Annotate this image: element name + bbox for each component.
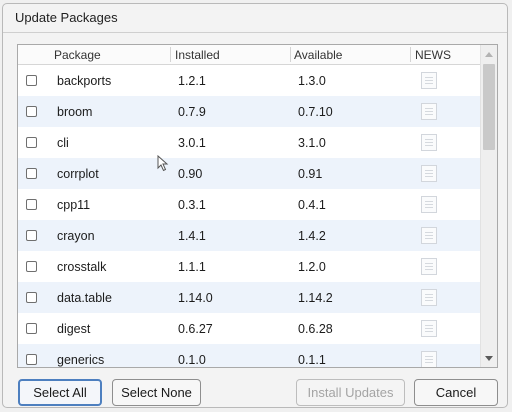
available-version: 0.7.10: [298, 105, 333, 119]
column-divider: [410, 47, 411, 62]
column-header-package[interactable]: Package: [54, 48, 101, 62]
news-icon[interactable]: [421, 289, 437, 306]
available-version: 3.1.0: [298, 136, 326, 150]
cancel-button[interactable]: Cancel: [414, 379, 498, 406]
table-row[interactable]: crosstalk 1.1.1 1.2.0: [18, 251, 480, 282]
scroll-up-icon[interactable]: [485, 52, 493, 57]
installed-version: 3.0.1: [178, 136, 206, 150]
news-icon[interactable]: [421, 320, 437, 337]
available-version: 1.3.0: [298, 74, 326, 88]
row-checkbox[interactable]: [26, 323, 37, 334]
table-row[interactable]: crayon 1.4.1 1.4.2: [18, 220, 480, 251]
table-row[interactable]: cpp11 0.3.1 0.4.1: [18, 189, 480, 220]
news-icon[interactable]: [421, 351, 437, 367]
column-header-news[interactable]: NEWS: [415, 48, 451, 62]
update-packages-dialog: Update Packages Package Installed Availa…: [2, 3, 508, 408]
dialog-title: Update Packages: [15, 10, 118, 25]
column-divider: [170, 47, 171, 62]
news-icon[interactable]: [421, 227, 437, 244]
news-icon[interactable]: [421, 196, 437, 213]
news-icon[interactable]: [421, 134, 437, 151]
select-all-button[interactable]: Select All: [18, 379, 102, 406]
package-name: crosstalk: [57, 260, 107, 274]
available-version: 0.1.1: [298, 353, 326, 367]
package-name: broom: [57, 105, 93, 119]
installed-version: 0.3.1: [178, 198, 206, 212]
package-name: cli: [57, 136, 69, 150]
news-icon[interactable]: [421, 72, 437, 89]
row-checkbox[interactable]: [26, 354, 37, 365]
package-name: generics: [57, 353, 105, 367]
news-icon[interactable]: [421, 103, 437, 120]
table-row[interactable]: cli 3.0.1 3.1.0: [18, 127, 480, 158]
row-checkbox[interactable]: [26, 75, 37, 86]
table-row[interactable]: generics 0.1.0 0.1.1: [18, 344, 480, 367]
installed-version: 0.7.9: [178, 105, 206, 119]
installed-version: 1.1.1: [178, 260, 206, 274]
packages-table: Package Installed Available NEWS backpor…: [17, 44, 498, 368]
available-version: 1.2.0: [298, 260, 326, 274]
available-version: 0.4.1: [298, 198, 326, 212]
scrollbar-thumb[interactable]: [483, 64, 495, 150]
package-name: crayon: [57, 229, 95, 243]
package-name: data.table: [57, 291, 112, 305]
table-row[interactable]: backports 1.2.1 1.3.0: [18, 65, 480, 96]
installed-version: 0.6.27: [178, 322, 213, 336]
mouse-pointer-icon: [157, 155, 169, 172]
select-none-button[interactable]: Select None: [112, 379, 201, 406]
package-name: corrplot: [57, 167, 99, 181]
table-row[interactable]: broom 0.7.9 0.7.10: [18, 96, 480, 127]
installed-version: 1.4.1: [178, 229, 206, 243]
row-checkbox[interactable]: [26, 137, 37, 148]
installed-version: 0.90: [178, 167, 203, 181]
column-header-installed[interactable]: Installed: [175, 48, 220, 62]
table-header: Package Installed Available NEWS: [18, 45, 480, 65]
row-checkbox[interactable]: [26, 168, 37, 179]
table-row[interactable]: digest 0.6.27 0.6.28: [18, 313, 480, 344]
installed-version: 1.2.1: [178, 74, 206, 88]
row-checkbox[interactable]: [26, 292, 37, 303]
scroll-down-icon[interactable]: [485, 356, 493, 361]
available-version: 1.14.2: [298, 291, 333, 305]
installed-version: 1.14.0: [178, 291, 213, 305]
available-version: 1.4.2: [298, 229, 326, 243]
row-checkbox[interactable]: [26, 106, 37, 117]
available-version: 0.91: [298, 167, 323, 181]
package-name: backports: [57, 74, 112, 88]
column-divider: [290, 47, 291, 62]
news-icon[interactable]: [421, 258, 437, 275]
row-checkbox[interactable]: [26, 230, 37, 241]
install-updates-button[interactable]: Install Updates: [296, 379, 405, 406]
row-checkbox[interactable]: [26, 261, 37, 272]
column-header-available[interactable]: Available: [294, 48, 342, 62]
table-row[interactable]: corrplot 0.90 0.91: [18, 158, 480, 189]
news-icon[interactable]: [421, 165, 437, 182]
vertical-scrollbar[interactable]: [480, 45, 497, 367]
table-body: backports 1.2.1 1.3.0 broom 0.7.9 0.7.10…: [18, 65, 480, 367]
dialog-titlebar: Update Packages: [3, 4, 507, 33]
package-name: cpp11: [57, 198, 91, 212]
available-version: 0.6.28: [298, 322, 333, 336]
installed-version: 0.1.0: [178, 353, 206, 367]
row-checkbox[interactable]: [26, 199, 37, 210]
package-name: digest: [57, 322, 91, 336]
table-row[interactable]: data.table 1.14.0 1.14.2: [18, 282, 480, 313]
